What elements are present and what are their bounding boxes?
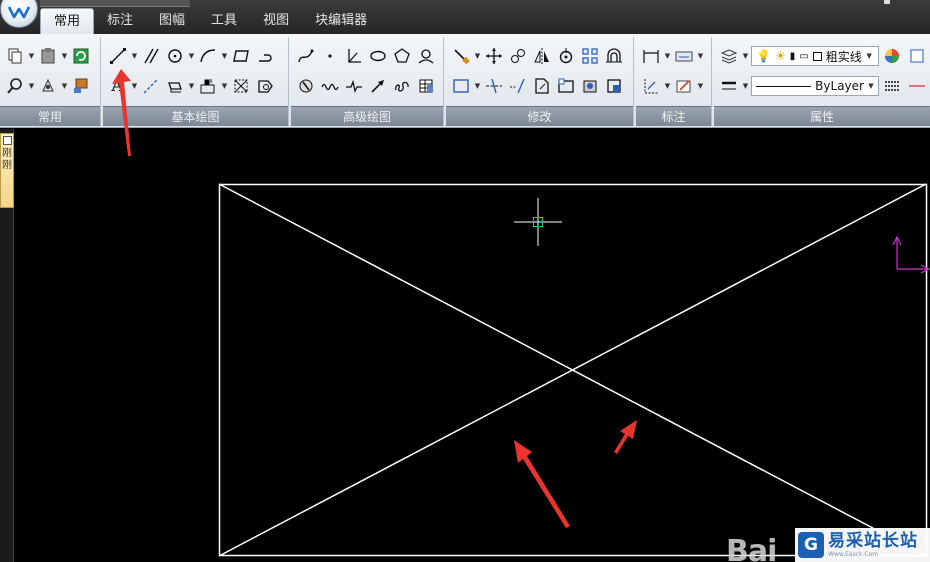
annotation-arrow-toolbar	[112, 69, 131, 156]
watermark-site-name: 易采站长站	[828, 530, 918, 551]
watermark-site-texts: 易采站长站 Www.Easck.Com	[828, 530, 918, 559]
ucs-icon	[892, 235, 930, 274]
annotation-arrow-canvas-right	[614, 420, 637, 454]
annotation-arrow-canvas-left	[514, 440, 570, 528]
watermark-site-logo: G	[798, 532, 824, 558]
drawing-overlay	[112, 69, 930, 557]
watermark-baidu: Bai	[726, 534, 777, 562]
watermark-site: G 易采站长站 Www.Easck.Com	[795, 528, 930, 562]
watermark-site-url: Www.Easck.Com	[828, 550, 879, 558]
crosshair-cursor	[514, 198, 562, 246]
